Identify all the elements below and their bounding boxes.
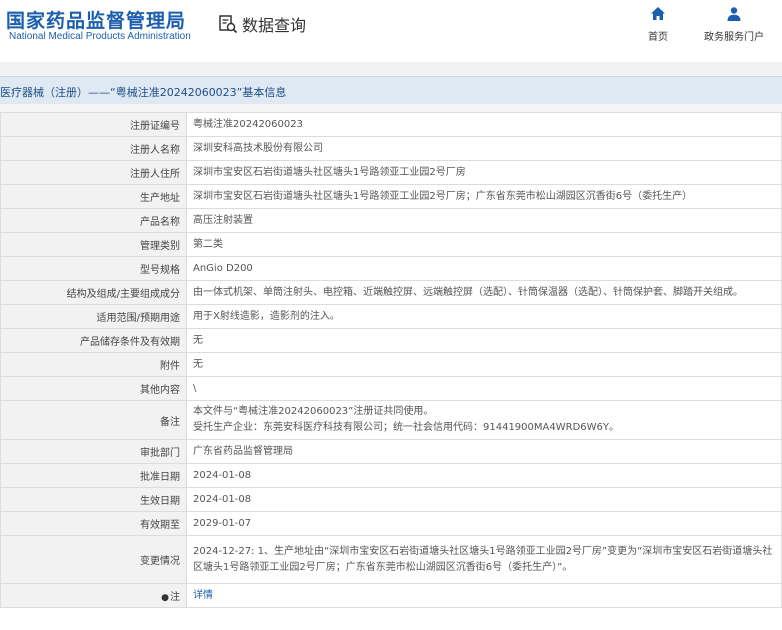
change-line-2: 区塘头1号路领亚工业园2号厂房；广东省东莞市松山湖园区沉香街6号（委托生产）”。 <box>193 561 573 573</box>
row-value: 无 <box>186 352 782 377</box>
row-label: 产品名称 <box>0 208 187 233</box>
nav-home[interactable]: 首页 <box>648 6 668 43</box>
note-label: 注 <box>170 592 180 603</box>
site-logo-subtitle: National Medical Products Administration <box>9 31 191 42</box>
row-label: 管理类别 <box>0 232 187 257</box>
header-divider <box>0 62 782 76</box>
row-label: ●注 <box>0 583 187 608</box>
row-value: 用于X射线造影，造影剂的注入。 <box>186 304 782 329</box>
record-title: 医疗器械（注册）——“粤械注准20242060023”基本信息 <box>0 86 287 99</box>
remark-line-1: 本文件与“粤械注准20242060023”注册证共同使用。 <box>193 406 434 417</box>
details-link[interactable]: 详情 <box>193 590 213 601</box>
data-query-heading[interactable]: 数据查询 <box>218 12 306 36</box>
row-value: 2029-01-07 <box>186 511 782 536</box>
row-value: 深圳安科高技术股份有限公司 <box>186 136 782 161</box>
row-label: 其他内容 <box>0 376 187 401</box>
table-row: 生效日期 2024-01-08 <box>0 487 782 512</box>
table-row: 管理类别 第二类 <box>0 232 782 257</box>
title-divider <box>0 104 782 112</box>
table-row: 产品名称 高压注射装置 <box>0 208 782 233</box>
row-value: 深圳市宝安区石岩街道塘头社区塘头1号路领亚工业园2号厂房；广东省东莞市松山湖园区… <box>186 184 782 209</box>
row-value: 由一体式机架、单筒注射头、电控箱、近端触控屏、远端触控屏（选配）、针筒保温器（选… <box>186 280 782 305</box>
row-value: AnGio D200 <box>186 256 782 281</box>
row-value: 深圳市宝安区石岩街道塘头社区塘头1号路领亚工业园2号厂房 <box>186 160 782 185</box>
table-row: 审批部门 广东省药品监督管理局 <box>0 439 782 464</box>
row-value: 2024-01-08 <box>186 463 782 488</box>
table-row: 注册人住所 深圳市宝安区石岩街道塘头社区塘头1号路领亚工业园2号厂房 <box>0 160 782 185</box>
user-icon <box>727 7 741 21</box>
row-label: 附件 <box>0 352 187 377</box>
site-logo-title[interactable]: 国家药品监督管理局 <box>6 6 186 33</box>
nav-home-label: 首页 <box>648 32 668 43</box>
row-label: 生效日期 <box>0 487 187 512</box>
row-label: 审批部门 <box>0 439 187 464</box>
row-label: 产品储存条件及有效期 <box>0 328 187 353</box>
note-marker-icon: ● <box>161 593 169 603</box>
row-label: 批准日期 <box>0 463 187 488</box>
table-row: 适用范围/预期用途 用于X射线造影，造影剂的注入。 <box>0 304 782 329</box>
table-row: 注册证编号 粤械注准20242060023 <box>0 112 782 137</box>
row-value: \ <box>186 376 782 401</box>
table-row: 有效期至 2029-01-07 <box>0 511 782 536</box>
table-row: 附件 无 <box>0 352 782 377</box>
table-row: 其他内容 \ <box>0 376 782 401</box>
row-label: 适用范围/预期用途 <box>0 304 187 329</box>
nav-service-portal[interactable]: 政务服务门户 <box>704 6 764 43</box>
row-value: 高压注射装置 <box>186 208 782 233</box>
row-value: 无 <box>186 328 782 353</box>
table-row: 型号规格 AnGio D200 <box>0 256 782 281</box>
remark-line-2: 受托生产企业：东莞安科医疗科技有限公司；统一社会信用代码：91441900MA4… <box>193 422 619 433</box>
row-value: 广东省药品监督管理局 <box>186 439 782 464</box>
row-label: 备注 <box>0 400 187 440</box>
row-value: 粤械注准20242060023 <box>186 112 782 137</box>
table-row: 生产地址 深圳市宝安区石岩街道塘头社区塘头1号路领亚工业园2号厂房；广东省东莞市… <box>0 184 782 209</box>
row-value: 第二类 <box>186 232 782 257</box>
table-row: 结构及组成/主要组成成分 由一体式机架、单筒注射头、电控箱、近端触控屏、远端触控… <box>0 280 782 305</box>
row-label: 注册证编号 <box>0 112 187 137</box>
table-row: ●注 详情 <box>0 583 782 608</box>
data-query-label: 数据查询 <box>242 16 307 35</box>
record-detail-table: 注册证编号 粤械注准20242060023 注册人名称 深圳安科高技术股份有限公… <box>0 112 782 608</box>
row-label: 生产地址 <box>0 184 187 209</box>
table-row: 注册人名称 深圳安科高技术股份有限公司 <box>0 136 782 161</box>
row-label: 变更情况 <box>0 535 187 584</box>
nav-service-label: 政务服务门户 <box>704 32 764 43</box>
table-row: 备注 本文件与“粤械注准20242060023”注册证共同使用。 受托生产企业：… <box>0 400 782 440</box>
home-icon <box>651 7 665 20</box>
table-row: 产品储存条件及有效期 无 <box>0 328 782 353</box>
row-label: 注册人住所 <box>0 160 187 185</box>
change-line-1: 2024-12-27: 1、生产地址由“深圳市宝安区石岩街道塘头社区塘头1号路领… <box>193 545 773 557</box>
row-label: 型号规格 <box>0 256 187 281</box>
site-header: 国家药品监督管理局 National Medical Products Admi… <box>0 0 782 62</box>
row-value: 2024-01-08 <box>186 487 782 512</box>
row-value: 本文件与“粤械注准20242060023”注册证共同使用。 受托生产企业：东莞安… <box>186 400 782 440</box>
row-label: 有效期至 <box>0 511 187 536</box>
data-query-icon <box>219 15 238 34</box>
row-label: 结构及组成/主要组成成分 <box>0 280 187 305</box>
row-value: 详情 <box>186 583 782 608</box>
table-row: 批准日期 2024-01-08 <box>0 463 782 488</box>
row-value: 2024-12-27: 1、生产地址由“深圳市宝安区石岩街道塘头社区塘头1号路领… <box>186 535 782 584</box>
row-label: 注册人名称 <box>0 136 187 161</box>
table-row: 变更情况 2024-12-27: 1、生产地址由“深圳市宝安区石岩街道塘头社区塘… <box>0 535 782 584</box>
record-title-bar: 医疗器械（注册）——“粤械注准20242060023”基本信息 <box>0 76 782 104</box>
